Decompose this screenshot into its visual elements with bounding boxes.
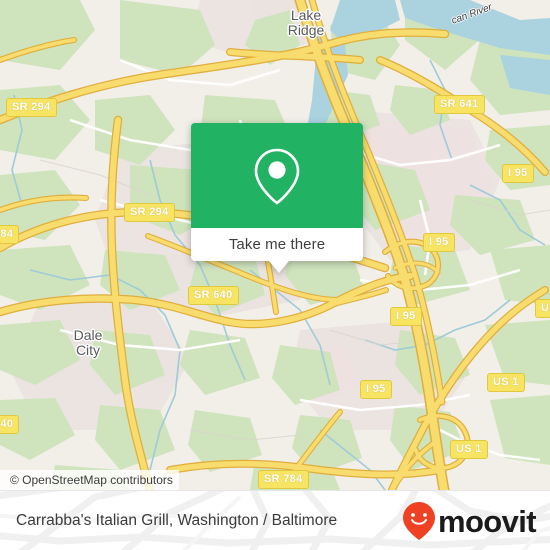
road-shield[interactable]: US 1 (487, 373, 525, 392)
moovit-wordmark: moovit (437, 503, 537, 539)
map-pin-icon (254, 148, 300, 205)
road-shield[interactable]: I 95 (390, 307, 422, 326)
road-shield[interactable]: SR 294 (6, 98, 57, 117)
road-shield[interactable]: US 1 (535, 299, 550, 318)
map-place-label-lake-ridge: Lake Ridge (287, 7, 325, 38)
road-shield[interactable]: SR 641 (434, 95, 485, 114)
map-viewport[interactable]: Lake Ridge Dale City can River SR 294 SR… (0, 0, 550, 490)
popup-action[interactable]: Take me there (191, 228, 363, 261)
location-popup[interactable]: Take me there (191, 123, 363, 273)
road-shield[interactable]: 784 (0, 225, 20, 244)
footer-place-title: Carrabba's Italian Grill, Washington / B… (16, 491, 337, 550)
attribution-text: © OpenStreetMap contributors (10, 473, 173, 487)
map-place-label-dale-city: Dale City (73, 327, 103, 358)
footer-title-text: Carrabba's Italian Grill, Washington / B… (16, 512, 338, 529)
road-shield[interactable]: 640 (0, 415, 20, 434)
moovit-logo[interactable]: moovit (402, 491, 537, 550)
moovit-pin-icon (402, 502, 435, 540)
road-shield[interactable]: SR 784 (258, 470, 309, 489)
moovit-map-screenshot: Lake Ridge Dale City can River SR 294 SR… (0, 0, 550, 550)
road-shield[interactable]: SR 294 (124, 203, 175, 222)
footer-bar: Carrabba's Italian Grill, Washington / B… (0, 490, 550, 550)
road-shield[interactable]: US 1 (450, 440, 488, 459)
popup-header (191, 123, 363, 228)
road-shield[interactable]: I 95 (423, 233, 455, 252)
popup-tail (269, 261, 289, 273)
road-shield[interactable]: I 95 (502, 164, 534, 183)
take-me-there-label: Take me there (228, 236, 326, 253)
road-shield[interactable]: SR 640 (188, 286, 239, 305)
map-attribution[interactable]: © OpenStreetMap contributors (0, 470, 179, 490)
road-shield[interactable]: I 95 (360, 380, 392, 399)
